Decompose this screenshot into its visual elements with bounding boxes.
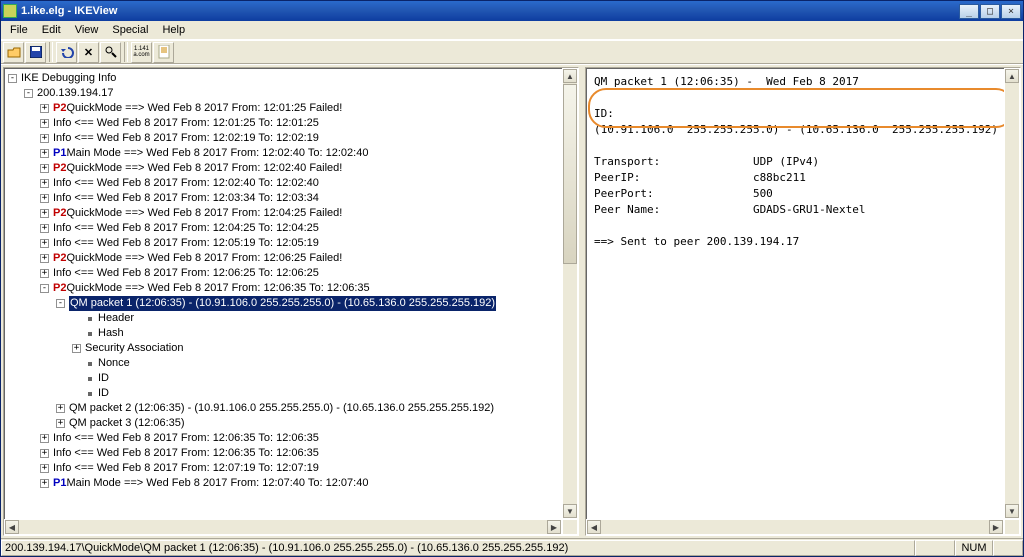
tree-node[interactable]: -IKE Debugging Info bbox=[8, 71, 578, 86]
app-window: 1.ike.elg - IKEView _ □ × File Edit View… bbox=[0, 0, 1024, 557]
tree-node[interactable]: Nonce bbox=[8, 356, 578, 371]
tree-node[interactable]: +Info <== Wed Feb 8 2017 From: 12:03:34 … bbox=[8, 191, 578, 206]
tree-node[interactable]: ID bbox=[8, 371, 578, 386]
toolbar: ✕ 1.141 a.com bbox=[1, 40, 1023, 64]
tree-node[interactable]: ID bbox=[8, 386, 578, 401]
undo-button[interactable] bbox=[56, 42, 77, 63]
detail-pane: QM packet 1 (12:06:35) - Wed Feb 8 2017 … bbox=[585, 67, 1021, 536]
document-button[interactable] bbox=[153, 42, 174, 63]
menu-file[interactable]: File bbox=[3, 22, 35, 38]
tree-node[interactable]: +Security Association bbox=[8, 341, 578, 356]
tree-node[interactable]: +Info <== Wed Feb 8 2017 From: 12:05:19 … bbox=[8, 236, 578, 251]
status-bar: 200.139.194.17\QuickMode\QM packet 1 (12… bbox=[1, 538, 1023, 556]
tree-node[interactable]: +QM packet 2 (12:06:35) - (10.91.106.0 2… bbox=[8, 401, 578, 416]
open-button[interactable] bbox=[3, 42, 24, 63]
menu-bar: File Edit View Special Help bbox=[1, 21, 1023, 40]
title-bar[interactable]: 1.ike.elg - IKEView _ □ × bbox=[1, 1, 1023, 21]
tree-node[interactable]: +P1 Main Mode ==> Wed Feb 8 2017 From: 1… bbox=[8, 476, 578, 491]
tree-node[interactable]: +Info <== Wed Feb 8 2017 From: 12:01:25 … bbox=[8, 116, 578, 131]
menu-view[interactable]: View bbox=[68, 22, 106, 38]
status-blank2 bbox=[993, 540, 1023, 556]
app-icon bbox=[3, 4, 17, 18]
close-button[interactable]: × bbox=[1001, 4, 1021, 19]
tree-node[interactable]: +P2 QuickMode ==> Wed Feb 8 2017 From: 1… bbox=[8, 161, 578, 176]
vscrollbar[interactable]: ▲ ▼ bbox=[562, 68, 578, 519]
tree-node[interactable]: +Info <== Wed Feb 8 2017 From: 12:04:25 … bbox=[8, 221, 578, 236]
tree-node[interactable]: +QM packet 3 (12:06:35) bbox=[8, 416, 578, 431]
tree-node[interactable]: +Info <== Wed Feb 8 2017 From: 12:06:35 … bbox=[8, 446, 578, 461]
tree-pane: -IKE Debugging Info-200.139.194.17+P2 Qu… bbox=[3, 67, 579, 536]
hscrollbar[interactable]: ◀ ▶ bbox=[4, 519, 562, 535]
tree-node[interactable]: +Info <== Wed Feb 8 2017 From: 12:02:19 … bbox=[8, 131, 578, 146]
maximize-button[interactable]: □ bbox=[980, 4, 1000, 19]
status-blank bbox=[915, 540, 955, 556]
tree-node[interactable]: +Info <== Wed Feb 8 2017 From: 12:07:19 … bbox=[8, 461, 578, 476]
status-num: NUM bbox=[955, 540, 993, 556]
menu-edit[interactable]: Edit bbox=[35, 22, 68, 38]
tree-node[interactable]: -200.139.194.17 bbox=[8, 86, 578, 101]
tree-scroll[interactable]: -IKE Debugging Info-200.139.194.17+P2 Qu… bbox=[4, 68, 578, 535]
find-button[interactable] bbox=[100, 42, 121, 63]
tree-node[interactable]: +Info <== Wed Feb 8 2017 From: 12:06:25 … bbox=[8, 266, 578, 281]
tree-node[interactable]: +P2 QuickMode ==> Wed Feb 8 2017 From: 1… bbox=[8, 101, 578, 116]
hscrollbar[interactable]: ◀ ▶ bbox=[586, 519, 1004, 535]
status-path: 200.139.194.17\QuickMode\QM packet 1 (12… bbox=[1, 540, 915, 556]
delete-button[interactable]: ✕ bbox=[78, 42, 99, 63]
save-button[interactable] bbox=[25, 42, 46, 63]
window-title: 1.ike.elg - IKEView bbox=[21, 5, 959, 17]
tree-node[interactable]: Hash bbox=[8, 326, 578, 341]
tree-node[interactable]: +Info <== Wed Feb 8 2017 From: 12:06:35 … bbox=[8, 431, 578, 446]
vscrollbar[interactable]: ▲ ▼ bbox=[1004, 68, 1020, 519]
client-area: -IKE Debugging Info-200.139.194.17+P2 Qu… bbox=[1, 64, 1023, 538]
tree-node[interactable]: -QM packet 1 (12:06:35) - (10.91.106.0 2… bbox=[8, 296, 578, 311]
tree-node[interactable]: +P1 Main Mode ==> Wed Feb 8 2017 From: 1… bbox=[8, 146, 578, 161]
tree-node[interactable]: +P2 QuickMode ==> Wed Feb 8 2017 From: 1… bbox=[8, 206, 578, 221]
menu-special[interactable]: Special bbox=[105, 22, 155, 38]
menu-help[interactable]: Help bbox=[155, 22, 192, 38]
minimize-button[interactable]: _ bbox=[959, 4, 979, 19]
tree-node[interactable]: +P2 QuickMode ==> Wed Feb 8 2017 From: 1… bbox=[8, 251, 578, 266]
tree-node[interactable]: -P2 QuickMode ==> Wed Feb 8 2017 From: 1… bbox=[8, 281, 578, 296]
tree-node[interactable]: Header bbox=[8, 311, 578, 326]
textview-button[interactable]: 1.141 a.com bbox=[131, 42, 152, 63]
tree-node[interactable]: +Info <== Wed Feb 8 2017 From: 12:02:40 … bbox=[8, 176, 578, 191]
